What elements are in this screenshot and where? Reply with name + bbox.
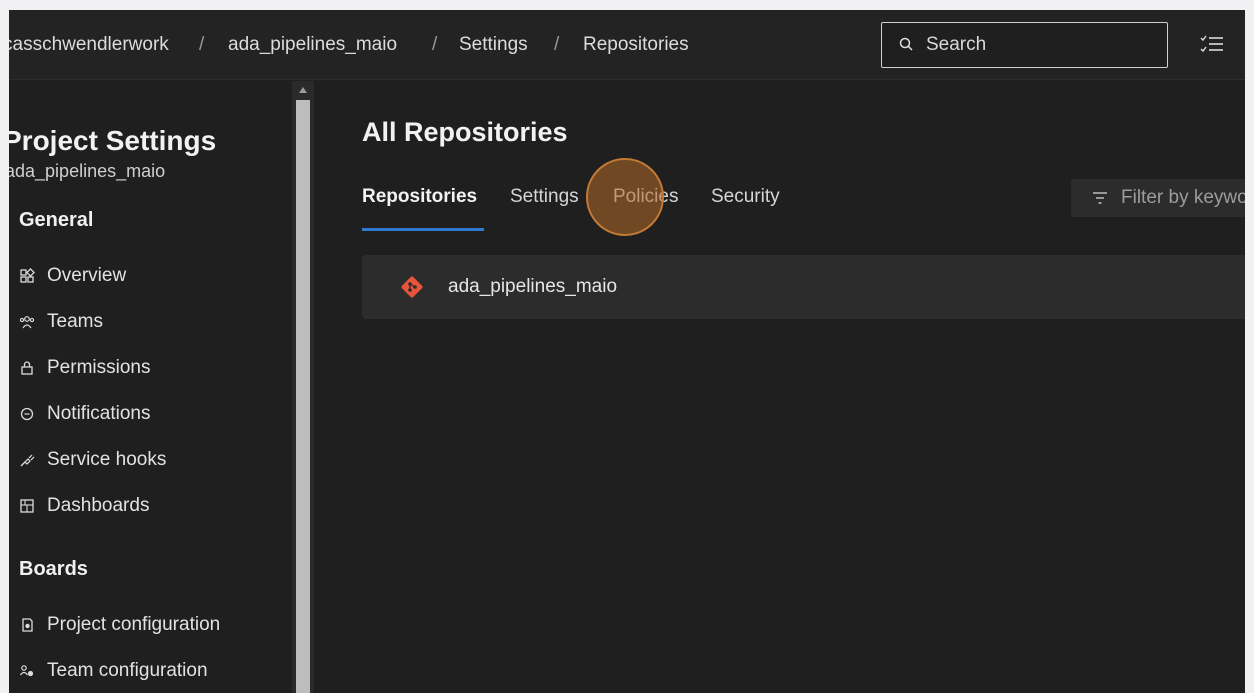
- tab-security[interactable]: Security: [711, 186, 780, 208]
- sidebar-project-name: ada_pipelines_maio: [9, 161, 166, 181]
- sidebar-item-label: Project configuration: [47, 614, 221, 635]
- page-title: All Repositories: [362, 117, 568, 147]
- breadcrumb-project[interactable]: ada_pipelines_maio: [228, 34, 397, 56]
- tab-settings[interactable]: Settings: [510, 186, 579, 208]
- sidebar-item-label: Teams: [47, 311, 103, 332]
- checklist-icon[interactable]: [1199, 34, 1225, 56]
- section-general: General: [19, 209, 94, 231]
- sidebar-item-label: Dashboards: [47, 495, 150, 516]
- sidebar-item-team-configuration[interactable]: Team configuration: [19, 656, 208, 686]
- git-icon: [401, 276, 423, 298]
- tab-policies[interactable]: Policies: [613, 186, 678, 208]
- sidebar-item-project-configuration[interactable]: Project configuration: [19, 610, 220, 640]
- project-settings-sidebar: Project Settings ada_pipelines_maio Gene…: [9, 81, 314, 693]
- sidebar-item-dashboards[interactable]: Dashboards: [19, 491, 149, 521]
- sidebar-item-notifications[interactable]: Notifications: [19, 399, 151, 429]
- search-box[interactable]: [881, 22, 1168, 68]
- breadcrumb-organization[interactable]: casschwendlerwork: [9, 34, 169, 56]
- app-window: casschwendlerwork / ada_pipelines_maio /…: [9, 10, 1245, 693]
- filter-input[interactable]: [1121, 187, 1245, 209]
- sidebar-item-service-hooks[interactable]: Service hooks: [19, 445, 166, 475]
- sidebar-item-label: Service hooks: [47, 449, 167, 470]
- breadcrumb-separator: /: [554, 34, 560, 55]
- sidebar-item-overview[interactable]: Overview: [19, 261, 126, 291]
- sidebar-item-label: Team configuration: [47, 660, 208, 681]
- sidebar-item-teams[interactable]: Teams: [19, 307, 103, 337]
- project-config-icon: [22, 618, 33, 632]
- sidebar-scrollbar-thumb[interactable]: [296, 100, 310, 693]
- sidebar-item-permissions[interactable]: Permissions: [19, 353, 150, 383]
- filter-box[interactable]: [1071, 179, 1245, 217]
- filter-icon: [1093, 192, 1107, 204]
- section-boards: Boards: [19, 558, 88, 580]
- lock-icon: [21, 361, 33, 375]
- sidebar-item-label: Notifications: [47, 403, 151, 424]
- tab-repositories[interactable]: Repositories: [362, 186, 477, 208]
- plug-icon: [20, 454, 35, 467]
- breadcrumb-separator: /: [199, 34, 205, 55]
- search-icon: [899, 37, 913, 51]
- sidebar-title: Project Settings: [9, 125, 217, 156]
- breadcrumb-repositories[interactable]: Repositories: [583, 34, 689, 56]
- overview-icon: [20, 268, 35, 283]
- active-tab-indicator: [362, 228, 484, 231]
- teams-icon: [19, 316, 35, 329]
- chat-bubble-icon: [20, 407, 34, 421]
- top-bar: casschwendlerwork / ada_pipelines_maio /…: [9, 10, 1245, 80]
- team-config-icon: [20, 665, 34, 677]
- breadcrumb-settings[interactable]: Settings: [459, 34, 528, 56]
- breadcrumb-separator: /: [432, 34, 438, 55]
- repository-name: ada_pipelines_maio: [448, 276, 618, 297]
- scroll-up-arrow-icon[interactable]: [298, 86, 308, 94]
- dashboard-icon: [20, 499, 34, 513]
- repository-row[interactable]: ada_pipelines_maio: [362, 255, 1245, 319]
- sidebar-item-label: Overview: [47, 265, 127, 286]
- sidebar-item-label: Permissions: [47, 357, 151, 378]
- search-input[interactable]: [926, 33, 1156, 57]
